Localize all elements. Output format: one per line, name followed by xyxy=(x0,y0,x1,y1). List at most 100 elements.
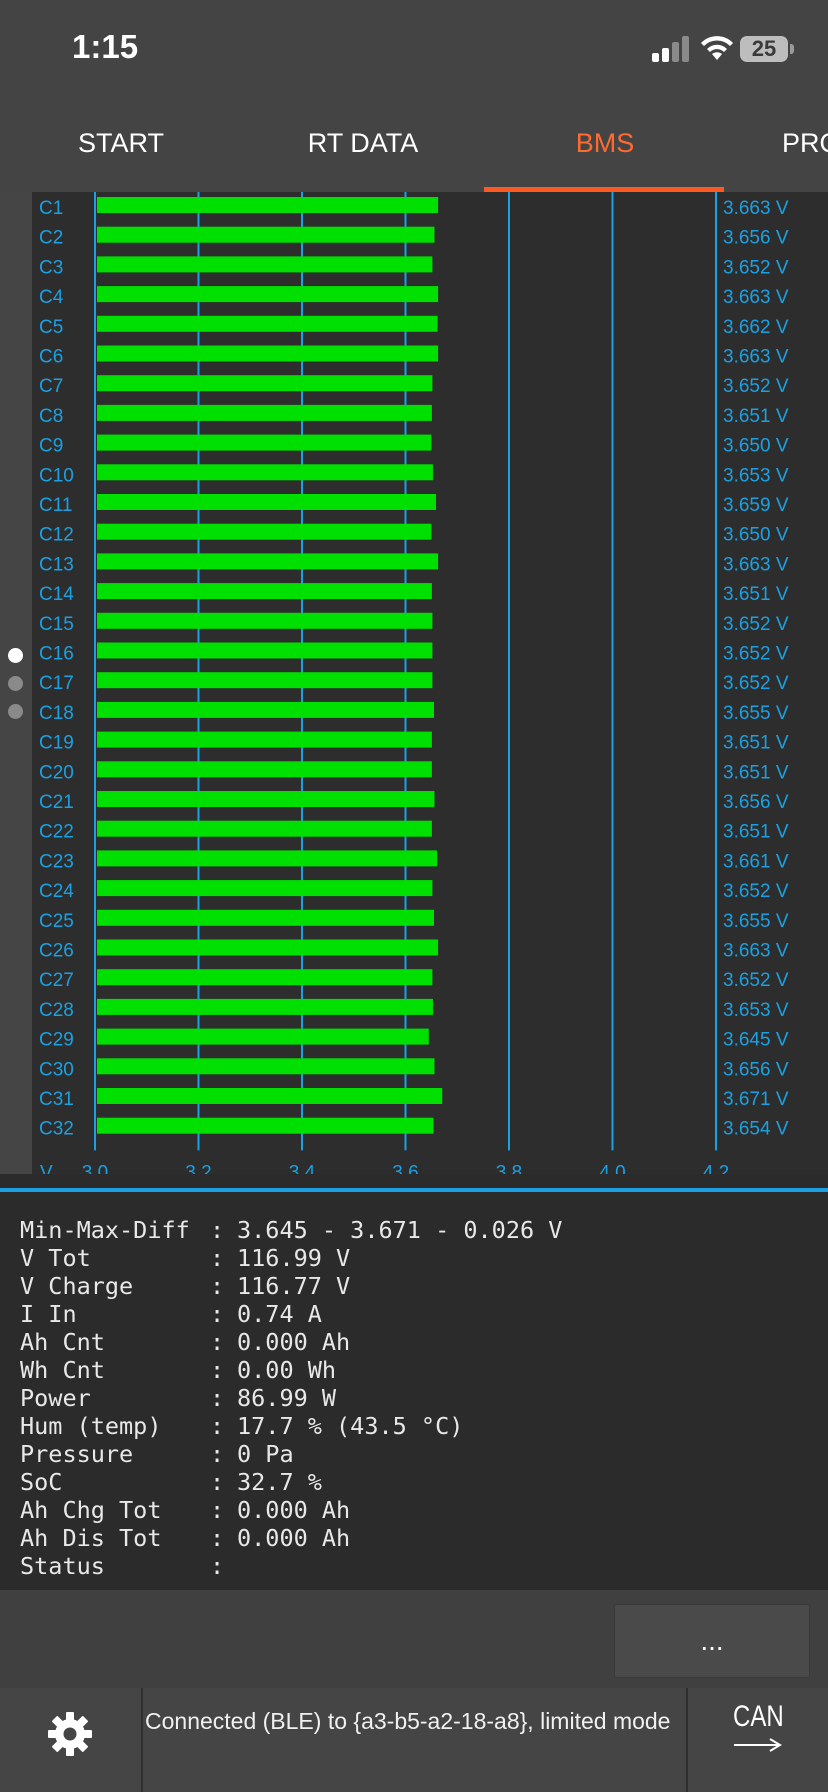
tab-rt-data[interactable]: RT DATA xyxy=(242,96,484,192)
cell-value-label: 3.663 V xyxy=(723,941,789,962)
cell-bar xyxy=(97,880,433,897)
stat-colon: : xyxy=(210,1328,225,1356)
cell-bar xyxy=(97,226,435,243)
x-tick-label: 4.0 xyxy=(599,1162,625,1174)
stat-key: Hum (temp) xyxy=(20,1412,162,1440)
stat-row: Ah Cnt:0.000 Ah xyxy=(20,1328,350,1356)
cell-label: C1 xyxy=(39,198,63,219)
cell-label: C22 xyxy=(39,822,74,843)
cell-value-label: 3.645 V xyxy=(723,1030,789,1051)
cell-value-label: 3.653 V xyxy=(723,1000,789,1021)
stat-colon: : xyxy=(210,1552,225,1580)
cell-value-label: 3.651 V xyxy=(723,584,789,605)
cell-value-label: 3.663 V xyxy=(723,347,789,368)
can-label[interactable]: CAN xyxy=(733,1700,784,1734)
x-tick-label: 3.2 xyxy=(185,1162,211,1174)
stat-value: 116.77 V xyxy=(237,1272,351,1300)
cell-bar xyxy=(97,820,432,837)
x-tick-label: 4.2 xyxy=(703,1162,729,1174)
page-dot-1[interactable] xyxy=(8,648,23,663)
wifi-icon xyxy=(701,36,733,60)
cell-bar xyxy=(97,375,433,392)
tab-bms[interactable]: BMS xyxy=(484,96,726,192)
stat-row: Wh Cnt:0.00 Wh xyxy=(20,1356,336,1384)
battery-indicator: 25 xyxy=(740,36,788,62)
cell-label: C14 xyxy=(39,584,74,605)
page-dot-3[interactable] xyxy=(8,704,23,719)
cell-bar xyxy=(97,761,432,778)
cell-value-label: 3.663 V xyxy=(723,198,789,219)
cell-label: C15 xyxy=(39,614,74,635)
stat-value: 0.000 Ah xyxy=(237,1524,351,1552)
stat-colon: : xyxy=(210,1496,225,1524)
bottom-divider-left xyxy=(141,1688,143,1792)
cell-bar xyxy=(97,404,432,421)
cell-value-label: 3.663 V xyxy=(723,554,789,575)
action-area: ... xyxy=(0,1590,828,1688)
tab-start[interactable]: START xyxy=(0,96,242,192)
battery-tip xyxy=(790,44,794,54)
cell-label: C11 xyxy=(39,495,72,516)
stat-key: I In xyxy=(20,1300,77,1328)
cell-voltage-chart-svg: C1 3.663 V C2 3.656 V C3 3.652 V C4 3.663 V C5 3.… xyxy=(32,192,828,1174)
stat-key: Ah Cnt xyxy=(20,1328,105,1356)
stat-colon: : xyxy=(210,1216,225,1244)
cell-value-label: 3.650 V xyxy=(723,436,789,457)
cell-value-label: 3.662 V xyxy=(723,317,789,338)
cell-label: C24 xyxy=(39,881,74,902)
page-dot-2[interactable] xyxy=(8,676,23,691)
cell-value-label: 3.663 V xyxy=(723,287,789,308)
cell-label: C3 xyxy=(39,257,63,278)
cell-label: C32 xyxy=(39,1119,74,1140)
cell-label: C12 xyxy=(39,525,74,546)
stat-value: 3.645 - 3.671 - 0.026 V xyxy=(237,1216,563,1244)
stat-colon: : xyxy=(210,1356,225,1384)
cell-value-label: 3.652 V xyxy=(723,673,789,694)
cell-value-label: 3.651 V xyxy=(723,733,789,754)
cell-value-label: 3.650 V xyxy=(723,525,789,546)
stat-row: Hum (temp):17.7 % (43.5 °C) xyxy=(20,1412,463,1440)
cell-value-label: 3.652 V xyxy=(723,376,789,397)
cell-bar xyxy=(97,256,433,273)
stat-colon: : xyxy=(210,1524,225,1552)
cell-value-label: 3.656 V xyxy=(723,792,789,813)
stat-value: 0.74 A xyxy=(237,1300,322,1328)
stat-value: 17.7 % (43.5 °C) xyxy=(237,1412,464,1440)
stat-row: Ah Dis Tot:0.000 Ah xyxy=(20,1524,350,1552)
gear-icon[interactable] xyxy=(46,1710,94,1758)
cell-label: C30 xyxy=(39,1059,74,1080)
stat-value: 86.99 W xyxy=(237,1384,337,1412)
cell-bar xyxy=(97,850,438,867)
bottom-bar: Connected (BLE) to {a3-b5-a2-18-a8}, lim… xyxy=(0,1688,828,1792)
stat-colon: : xyxy=(210,1384,225,1412)
more-button[interactable]: ... xyxy=(614,1604,810,1678)
cell-label: C9 xyxy=(39,436,63,457)
cell-bar xyxy=(97,998,433,1015)
cell-value-label: 3.652 V xyxy=(723,644,789,665)
cell-bar xyxy=(97,672,433,689)
cell-voltage-chart: C1 3.663 V C2 3.656 V C3 3.652 V C4 3.663 V C5 3.… xyxy=(32,192,828,1174)
cell-bar xyxy=(97,909,434,926)
cell-bar xyxy=(97,197,439,213)
stat-key: Power xyxy=(20,1384,91,1412)
arrow-right-icon[interactable] xyxy=(734,1736,784,1754)
stat-value: 0.00 Wh xyxy=(237,1356,337,1384)
stat-row: Min-Max-Diff:3.645 - 3.671 - 0.026 V xyxy=(20,1216,562,1244)
x-axis-unit-label: V xyxy=(40,1162,53,1174)
stat-key: V Charge xyxy=(20,1272,134,1300)
cell-value-label: 3.655 V xyxy=(723,911,789,932)
cell-bar xyxy=(97,583,432,600)
tab-pro[interactable]: PRO xyxy=(726,96,828,192)
cell-bar xyxy=(97,286,439,303)
cell-label: C25 xyxy=(39,911,74,932)
cell-label: C4 xyxy=(39,287,64,308)
bms-stats-panel: Min-Max-Diff:3.645 - 3.671 - 0.026 VV To… xyxy=(0,1192,828,1590)
cell-label: C31 xyxy=(39,1089,74,1110)
cell-bar xyxy=(97,731,432,748)
stat-value: 0.000 Ah xyxy=(237,1328,351,1356)
stat-value: 116.99 V xyxy=(237,1244,351,1272)
stat-key: Ah Dis Tot xyxy=(20,1524,162,1552)
cell-label: C19 xyxy=(39,733,74,754)
stat-row: V Charge:116.77 V xyxy=(20,1272,350,1300)
cell-label: C13 xyxy=(39,554,74,575)
